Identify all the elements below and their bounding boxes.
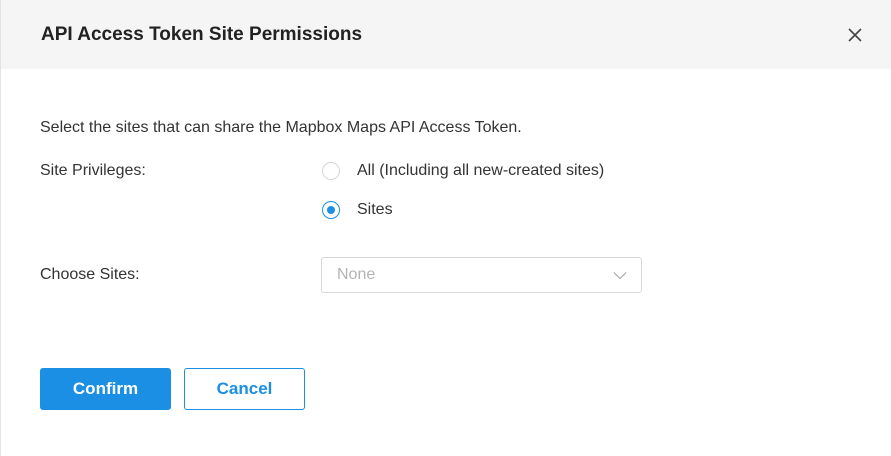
- radio-sites-circle[interactable]: [322, 201, 340, 219]
- choose-sites-select[interactable]: None: [321, 257, 642, 293]
- site-permissions-dialog: API Access Token Site Permissions Select…: [0, 0, 891, 456]
- radio-all-circle[interactable]: [322, 162, 340, 180]
- site-privileges-label: Site Privileges:: [40, 162, 146, 179]
- radio-sites-label[interactable]: Sites: [357, 201, 393, 219]
- choose-sites-label: Choose Sites:: [40, 266, 140, 283]
- cancel-button[interactable]: Cancel: [184, 368, 305, 410]
- dialog-title: API Access Token Site Permissions: [41, 23, 363, 45]
- close-button[interactable]: [839, 19, 871, 51]
- radio-option-all[interactable]: All (Including all new-created sites): [322, 161, 604, 181]
- dialog-intro-text: Select the sites that can share the Mapb…: [40, 119, 522, 136]
- close-icon: [848, 27, 862, 42]
- radio-option-sites[interactable]: Sites: [322, 200, 604, 220]
- choose-sites-value: None: [337, 266, 376, 283]
- dialog-footer: Confirm Cancel: [40, 368, 305, 410]
- chevron-down-icon: [613, 271, 627, 279]
- site-privileges-radio-group: All (Including all new-created sites) Si…: [322, 161, 604, 239]
- dialog-body: Select the sites that can share the Mapb…: [1, 69, 891, 456]
- radio-all-label[interactable]: All (Including all new-created sites): [357, 162, 604, 180]
- confirm-button[interactable]: Confirm: [40, 368, 171, 410]
- dialog-header: API Access Token Site Permissions: [1, 0, 891, 69]
